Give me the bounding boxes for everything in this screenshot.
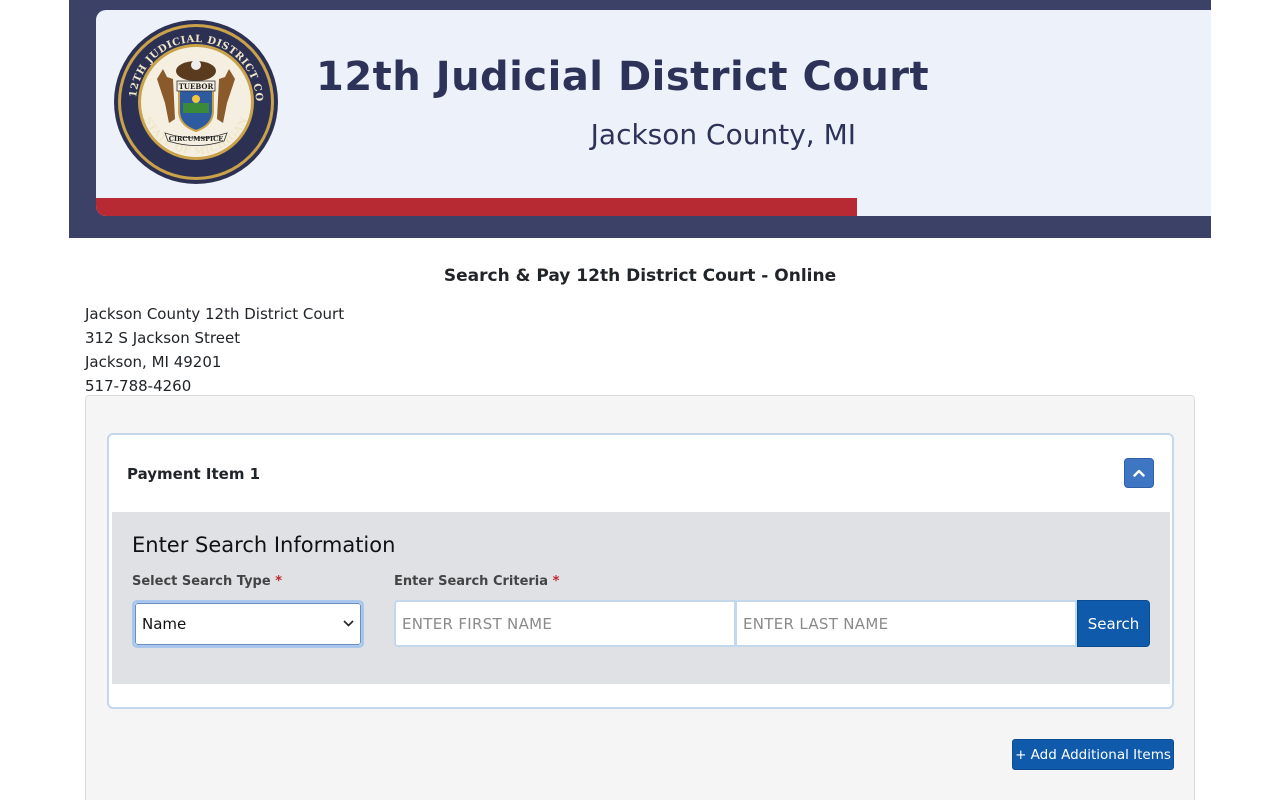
payment-item-title: Payment Item 1 <box>127 465 261 483</box>
banner-title: 12th Judicial District Court <box>316 54 930 100</box>
banner-subtitle: Jackson County, MI <box>590 118 856 151</box>
chevron-down-icon <box>343 620 354 627</box>
first-name-input[interactable]: ENTER FIRST NAME <box>394 600 736 647</box>
search-criteria-label: Enter Search Criteria * <box>394 574 559 589</box>
search-type-label-text: Select Search Type <box>132 574 271 589</box>
banner-accent-stripe <box>96 198 857 216</box>
add-additional-items-button[interactable]: + Add Additional Items <box>1012 739 1174 770</box>
address-city: Jackson, MI 49201 <box>85 353 222 371</box>
search-type-select[interactable]: Name <box>132 600 364 648</box>
michigan-seal-icon: THE 12TH JUDICIAL DISTRICT COURT STATE O… <box>113 19 278 184</box>
address-name: Jackson County 12th District Court <box>85 305 345 323</box>
first-name-placeholder: ENTER FIRST NAME <box>402 614 553 633</box>
last-name-placeholder: ENTER LAST NAME <box>743 614 889 633</box>
payment-form-card: Payment Item 1 Enter Search Information … <box>85 395 1195 800</box>
search-type-value: Name <box>142 615 187 633</box>
search-heading: Enter Search Information <box>132 533 396 557</box>
search-panel: Enter Search Information Select Search T… <box>112 512 1170 684</box>
court-address: Jackson County 12th District Court 312 S… <box>85 302 344 398</box>
last-name-input[interactable]: ENTER LAST NAME <box>735 600 1077 647</box>
search-button[interactable]: Search <box>1077 600 1150 647</box>
seal-shield-text: TUEBOR <box>179 82 214 91</box>
payment-item-card: Payment Item 1 Enter Search Information … <box>107 433 1174 709</box>
required-marker: * <box>275 574 283 589</box>
banner-panel: THE 12TH JUDICIAL DISTRICT COURT STATE O… <box>96 10 1211 216</box>
search-type-label: Select Search Type * <box>132 574 282 589</box>
required-marker: * <box>552 574 560 589</box>
search-criteria-label-text: Enter Search Criteria <box>394 574 549 589</box>
page-title: Search & Pay 12th District Court - Onlin… <box>443 266 837 286</box>
chevron-up-icon <box>1133 469 1145 477</box>
address-street: 312 S Jackson Street <box>85 329 241 347</box>
seal-ribbon-text: CIRCUMSPICE <box>169 135 223 143</box>
header-banner: THE 12TH JUDICIAL DISTRICT COURT STATE O… <box>69 0 1211 238</box>
collapse-button[interactable] <box>1124 458 1154 488</box>
